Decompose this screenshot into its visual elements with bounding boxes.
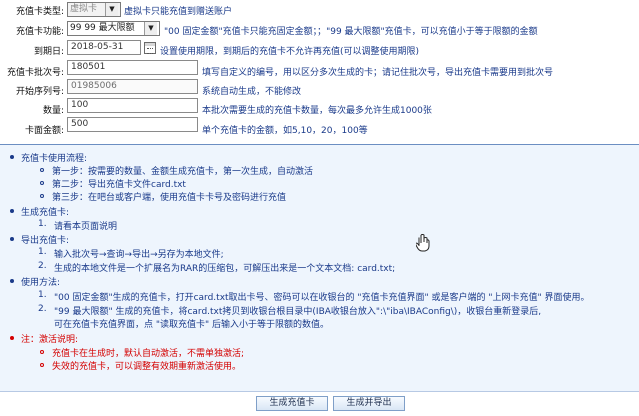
list-number: 1. — [38, 247, 47, 257]
circle-bullet-icon — [40, 350, 44, 354]
bullet-icon — [10, 336, 14, 340]
note-item: 充值卡在生成时，默认自动激活，不需单独激活; — [52, 349, 245, 359]
bullet-icon — [10, 209, 14, 213]
card-type-label: 充值卡类型: — [15, 7, 64, 17]
generate-export-button[interactable]: 生成并导出 — [333, 396, 405, 411]
bullet-icon — [10, 279, 14, 283]
list-number: 1. — [38, 290, 47, 300]
expire-date-hint: 设置使用期限，到期后的充值卡不允许再充值(可以调整使用期限) — [160, 47, 420, 57]
method-item: "99 最大限额" 生成的充值卡，将card.txt拷贝到收银台根目录中(IBA… — [54, 307, 542, 317]
chevron-down-icon: ▼ — [105, 3, 118, 16]
method-item-continued: 可在充值卡充值界面，点 "读取充值卡" 后输入小于等于限额的数值。 — [54, 320, 330, 330]
export-item: 生成的本地文件是一个扩展名为RAR的压缩包，可解压出来是一个文本文档: card… — [54, 264, 396, 274]
generate-card-button[interactable]: 生成充值卡 — [256, 396, 328, 411]
note-title: 注：激活说明: — [21, 335, 79, 345]
list-number: 1. — [38, 219, 47, 229]
batch-no-label: 充值卡批次号: — [6, 68, 64, 78]
usage-flow-title: 充值卡使用流程: — [21, 154, 88, 164]
list-number: 2. — [38, 304, 47, 314]
generate-item: 请看本页面说明 — [54, 222, 118, 232]
hand-cursor-icon — [416, 234, 430, 252]
quantity-hint: 本批次需要生成的充值卡数量，每次最多允许生成1000张 — [202, 106, 432, 116]
method-item: "00 固定金额"生成的充值卡，打开card.txt取出卡号、密码可以在收银台的… — [54, 293, 590, 303]
export-title: 导出充值卡: — [21, 236, 70, 246]
card-type-hint: 虚拟卡只能充值到赠送账户 — [124, 7, 233, 17]
face-value-label: 卡面金额: — [24, 126, 64, 136]
method-title: 使用方法: — [21, 278, 61, 288]
usage-step: 第二步：导出充值卡文件card.txt — [52, 180, 186, 190]
circle-bullet-icon — [40, 181, 44, 185]
start-serial-hint: 系统自动生成，不能修改 — [202, 87, 302, 97]
expire-date-label: 到期日: — [33, 47, 64, 57]
circle-bullet-icon — [40, 194, 44, 198]
circle-bullet-icon — [40, 168, 44, 172]
chevron-down-icon: ▼ — [144, 22, 157, 35]
card-function-hint: "00 固定金额"充值卡只能充固定金额；；"99 最大限额"充值卡，可以充值小于… — [164, 27, 538, 37]
card-type-select[interactable]: 虚拟卡 ▼ — [67, 2, 121, 17]
list-number: 2. — [38, 261, 47, 271]
face-value-input[interactable]: 500 — [67, 117, 198, 132]
calendar-icon[interactable] — [144, 42, 156, 54]
usage-step: 第三步：在吧台或客户端，使用充值卡卡号及密码进行充值 — [52, 193, 287, 203]
batch-no-hint: 填写自定义的编号，用以区分多次生成的卡；请记住批次号，导出充值卡需要用到批次号 — [202, 68, 554, 78]
quantity-label: 数量: — [42, 106, 64, 116]
bullet-icon — [10, 237, 14, 241]
card-function-value: 99 99 最大限额 — [70, 23, 135, 33]
batch-no-input[interactable]: 180501 — [67, 60, 198, 75]
action-bar: 生成充值卡 生成并导出 — [0, 391, 639, 416]
bullet-icon — [10, 155, 14, 159]
usage-step: 第一步：按需要的数量、金额生成充值卡，第一次生成，自动激活 — [52, 167, 314, 177]
card-function-select[interactable]: 99 99 最大限额 ▼ — [67, 21, 160, 36]
card-function-label: 充值卡功能: — [15, 27, 64, 37]
note-item: 失效的充值卡，可以调整有效期重新激活使用。 — [52, 362, 242, 372]
export-item: 输入批次号→查询→导出→另存为本地文件; — [54, 250, 224, 260]
card-type-value: 虚拟卡 — [70, 4, 98, 14]
face-value-hint: 单个充值卡的金额，如5,10，20，100等 — [202, 126, 368, 136]
start-serial-label: 开始序列号: — [15, 87, 64, 97]
start-serial-input: 01985006 — [67, 79, 198, 94]
instructions-panel: 充值卡使用流程: 第一步：按需要的数量、金额生成充值卡，第一次生成，自动激活 第… — [0, 145, 639, 391]
generate-title: 生成充值卡: — [21, 208, 70, 218]
expire-date-input[interactable]: 2018-05-31 — [67, 40, 141, 55]
circle-bullet-icon — [40, 363, 44, 367]
quantity-input[interactable]: 100 — [67, 98, 198, 113]
